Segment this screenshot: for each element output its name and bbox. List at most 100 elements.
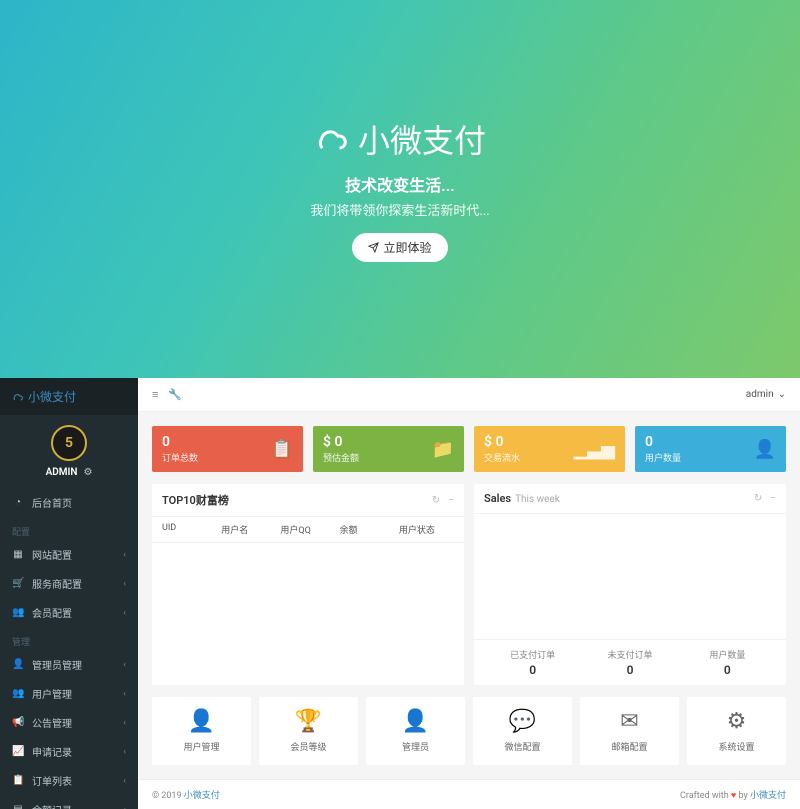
panels-row: TOP10财富榜 ↻ − UID 用户名用户QQ 余额用户状态 SalesThis … bbox=[152, 484, 786, 685]
chevron-right-icon: ‹ bbox=[123, 776, 126, 786]
panel-top10: TOP10财富榜 ↻ − UID 用户名用户QQ 余额用户状态 bbox=[152, 484, 464, 685]
chevron-right-icon: ‹ bbox=[123, 718, 126, 728]
shortcut-admin[interactable]: 👤管理员 bbox=[366, 697, 465, 765]
footer: © 2019 小微支付 Crafted with ♥ by 小微支付 bbox=[138, 779, 800, 809]
admin-icon: 👤 bbox=[402, 709, 429, 734]
gauge-icon: ◔ bbox=[12, 497, 24, 508]
stat-card[interactable]: $ 0预估金额📁 bbox=[313, 426, 464, 472]
sidebar-item[interactable]: 👤管理员管理‹ bbox=[0, 650, 138, 679]
gear-icon[interactable]: ⚙ bbox=[83, 467, 92, 478]
hero-section: 小微支付 技术改变生活... 我们将带领你探索生活新时代... 立即体验 bbox=[0, 0, 800, 378]
hero-cta-button[interactable]: 立即体验 bbox=[352, 233, 447, 262]
shortcut-trophy[interactable]: 🏆会员等级 bbox=[259, 697, 358, 765]
chevron-right-icon: ‹ bbox=[123, 747, 126, 757]
wechat-icon: 💬 bbox=[509, 709, 536, 734]
stat-card[interactable]: 0订单总数📋 bbox=[152, 426, 303, 472]
user-icon: 👤 bbox=[188, 709, 215, 734]
footer-metric: 用户数量0 bbox=[679, 648, 776, 677]
topbar-user-menu[interactable]: admin ⌄ bbox=[746, 389, 786, 400]
panel-title: TOP10财富榜 bbox=[162, 492, 229, 508]
sidebar-item[interactable]: 🛒服务商配置‹ bbox=[0, 569, 138, 598]
table-header-cell: 余额 bbox=[340, 523, 395, 536]
admin-app: 小微支付 5 ADMIN ⚙ ◔ 后台首页 配置▦网站配置‹🛒服务商配置‹👥会员… bbox=[0, 378, 800, 809]
minimize-icon[interactable]: − bbox=[770, 493, 776, 504]
stat-card[interactable]: 0用户数量👤 bbox=[635, 426, 786, 472]
chevron-down-icon: ⌄ bbox=[778, 389, 786, 400]
footer-brand-link[interactable]: 小微支付 bbox=[750, 791, 786, 801]
shortcut-gear[interactable]: ⚙系统设置 bbox=[687, 697, 786, 765]
users-icon: 👥 bbox=[12, 607, 24, 618]
bars-icon: ▁▃▅ bbox=[573, 439, 615, 460]
sidebar-user: 5 ADMIN ⚙ bbox=[0, 415, 138, 488]
sidebar-item-home[interactable]: ◔ 后台首页 bbox=[0, 488, 138, 517]
cloud-icon bbox=[12, 391, 24, 403]
sidebar-item[interactable]: 👥会员配置‹ bbox=[0, 598, 138, 627]
table-header-cell: 用户QQ bbox=[280, 523, 335, 536]
sidebar-item[interactable]: 📋订单列表‹ bbox=[0, 766, 138, 795]
topbar: ≡ 🔧 admin ⌄ bbox=[138, 378, 800, 412]
list-icon: 📋 bbox=[12, 775, 24, 786]
clipboard-icon: 📋 bbox=[271, 439, 293, 460]
shortcut-wechat[interactable]: 💬微信配置 bbox=[473, 697, 572, 765]
minimize-icon[interactable]: − bbox=[448, 495, 454, 506]
refresh-icon[interactable]: ↻ bbox=[754, 493, 762, 504]
grid-icon: ▦ bbox=[12, 549, 24, 560]
sidebar-item[interactable]: 📈申请记录‹ bbox=[0, 737, 138, 766]
gear-icon: ⚙ bbox=[727, 709, 747, 734]
cloud-icon bbox=[314, 121, 350, 157]
trophy-icon: 🏆 bbox=[295, 709, 322, 734]
cart-icon: 🛒 bbox=[12, 578, 24, 589]
chevron-right-icon: ‹ bbox=[123, 579, 126, 589]
sidebar-item[interactable]: 👥用户管理‹ bbox=[0, 679, 138, 708]
footer-brand-link[interactable]: 小微支付 bbox=[184, 791, 220, 801]
sidebar-item[interactable]: 📢公告管理‹ bbox=[0, 708, 138, 737]
bar-icon: ▤ bbox=[12, 804, 24, 809]
panel-title: SalesThis week bbox=[484, 492, 560, 505]
panel-sales: SalesThis week ↻ − 已支付订单0未支付订单0用户数量0 bbox=[474, 484, 786, 685]
chevron-right-icon: ‹ bbox=[123, 608, 126, 618]
table-header-row: UID 用户名用户QQ 余额用户状态 bbox=[152, 517, 464, 543]
user-icon: 👤 bbox=[754, 439, 776, 460]
main-area: ≡ 🔧 admin ⌄ 0订单总数📋$ 0预估金额📁$ 0交易流水▁▃▅0用户数… bbox=[138, 378, 800, 809]
shortcut-user[interactable]: 👤用户管理 bbox=[152, 697, 251, 765]
table-header-cell: 用户名 bbox=[221, 523, 276, 536]
shortcut-mail[interactable]: ✉邮箱配置 bbox=[580, 697, 679, 765]
chevron-right-icon: ‹ bbox=[123, 689, 126, 699]
folder-icon: 📁 bbox=[432, 439, 454, 460]
stat-card[interactable]: $ 0交易流水▁▃▅ bbox=[474, 426, 625, 472]
refresh-icon[interactable]: ↻ bbox=[432, 495, 440, 506]
avatar[interactable]: 5 bbox=[51, 425, 87, 461]
chevron-right-icon: ‹ bbox=[123, 550, 126, 560]
content: 0订单总数📋$ 0预估金额📁$ 0交易流水▁▃▅0用户数量👤 TOP10财富榜 … bbox=[138, 412, 800, 779]
user-icon: 👤 bbox=[12, 659, 24, 670]
footer-right: Crafted with ♥ by 小微支付 bbox=[680, 788, 786, 801]
footer-metric: 未支付订单0 bbox=[581, 648, 678, 677]
table-header-cell: UID bbox=[162, 523, 217, 536]
hero-tagline: 技术改变生活... bbox=[345, 172, 455, 196]
sidebar-username: ADMIN bbox=[46, 467, 78, 478]
sidebar-heading: 配置 bbox=[0, 517, 138, 540]
wrench-icon[interactable]: 🔧 bbox=[168, 388, 182, 401]
table-body bbox=[152, 543, 464, 685]
chevron-right-icon: ‹ bbox=[123, 805, 126, 809]
sidebar-item[interactable]: ▤余额记录‹ bbox=[0, 795, 138, 809]
sidebar: 小微支付 5 ADMIN ⚙ ◔ 后台首页 配置▦网站配置‹🛒服务商配置‹👥会员… bbox=[0, 378, 138, 809]
panel-footer: 已支付订单0未支付订单0用户数量0 bbox=[474, 639, 786, 685]
table-header-cell: 用户状态 bbox=[399, 523, 454, 536]
shortcuts-row: 👤用户管理🏆会员等级👤管理员💬微信配置✉邮箱配置⚙系统设置 bbox=[152, 697, 786, 765]
chevron-right-icon: ‹ bbox=[123, 660, 126, 670]
mail-icon: ✉ bbox=[620, 709, 638, 734]
chart-icon: 📈 bbox=[12, 746, 24, 757]
sidebar-heading: 管理 bbox=[0, 627, 138, 650]
hero-subtitle: 我们将带领你探索生活新时代... bbox=[310, 200, 489, 219]
chart-body bbox=[474, 514, 786, 639]
sidebar-brand[interactable]: 小微支付 bbox=[0, 378, 138, 415]
hero-brand: 小微支付 bbox=[314, 116, 486, 162]
megaphone-icon: 📢 bbox=[12, 717, 24, 728]
people-icon: 👥 bbox=[12, 688, 24, 699]
footer-left: © 2019 小微支付 bbox=[152, 788, 220, 801]
stat-cards-row: 0订单总数📋$ 0预估金额📁$ 0交易流水▁▃▅0用户数量👤 bbox=[152, 426, 786, 472]
sidebar-item[interactable]: ▦网站配置‹ bbox=[0, 540, 138, 569]
menu-toggle-icon[interactable]: ≡ bbox=[152, 388, 158, 401]
plane-icon bbox=[368, 242, 379, 253]
